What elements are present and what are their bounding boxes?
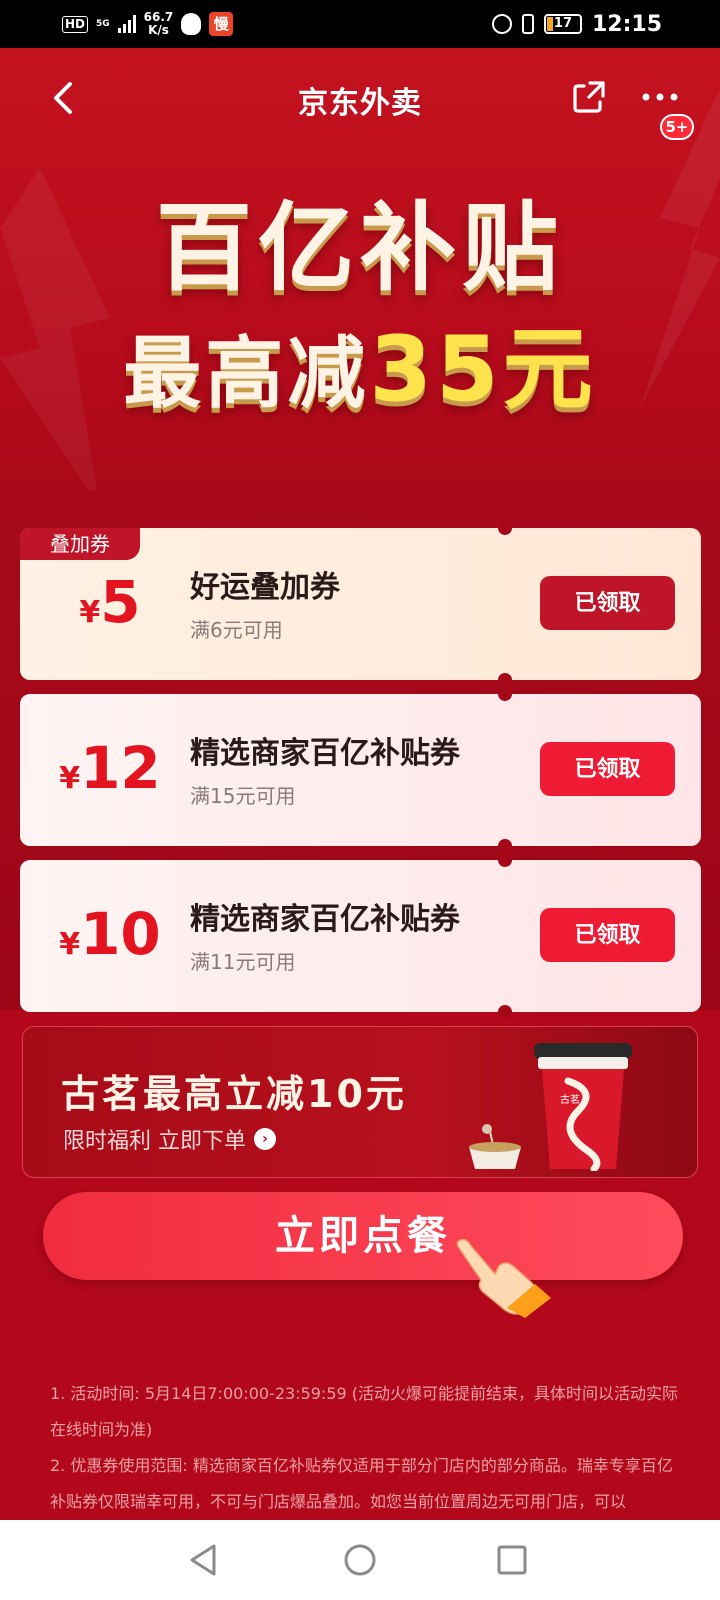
coupon-condition: 满6元可用 xyxy=(190,618,283,642)
coupon-card: ¥12 精选商家百亿补贴券 满15元可用 已领取 xyxy=(20,687,701,853)
promo-banner[interactable]: 古茗最高立减10元 限时福利 立即下单 › 古茗 xyxy=(22,1026,698,1178)
qq-icon xyxy=(181,13,202,35)
coupon-name: 精选商家百亿补贴券 xyxy=(190,736,460,771)
coupon-tag: 叠加券 xyxy=(20,528,140,560)
hd-indicator: HD xyxy=(62,15,89,33)
system-navigation-bar xyxy=(0,1520,720,1600)
coupon-claimed-button[interactable]: 已领取 xyxy=(540,742,675,796)
battery-icon: 17 xyxy=(543,14,582,34)
home-circle-icon[interactable] xyxy=(342,1542,378,1578)
more-options-icon[interactable] xyxy=(640,78,680,116)
tea-cup-icon xyxy=(469,1124,521,1169)
network-speed: 66.7 K/s xyxy=(143,10,174,37)
pointing-hand-icon xyxy=(456,1238,551,1318)
hero-banner: 京东外卖 5+ 百亿补贴 最高减35元 xyxy=(0,48,720,508)
recents-square-icon[interactable] xyxy=(494,1542,530,1578)
coupon-claimed-button[interactable]: 已领取 xyxy=(540,908,675,962)
coupon-amount: ¥5 xyxy=(79,568,141,636)
share-icon[interactable] xyxy=(570,78,608,116)
chevron-right-icon: › xyxy=(254,1128,276,1150)
notification-badge: 5+ xyxy=(660,114,694,140)
network-type: 5G xyxy=(96,18,110,29)
promo-title: 古茗最高立减10元 xyxy=(61,1072,407,1116)
rule-line: 1. 活动时间: 5月14日7:00:00-23:59:59 (活动火爆可能提前… xyxy=(50,1384,679,1439)
alarm-icon xyxy=(491,14,512,34)
coupon-condition: 满15元可用 xyxy=(190,784,296,808)
headline-subsidy: 百亿补贴 xyxy=(156,192,564,304)
coupon-card: ¥10 精选商家百亿补贴券 满11元可用 已领取 xyxy=(20,853,701,1019)
coupon-name: 精选商家百亿补贴券 xyxy=(190,902,460,937)
coupon-amount: ¥12 xyxy=(59,734,161,802)
milk-tea-cup-icon: 古茗 xyxy=(534,1043,632,1171)
back-triangle-icon[interactable] xyxy=(186,1542,222,1578)
coupon-condition: 满11元可用 xyxy=(190,950,296,974)
coupon-card: 叠加券 ¥5 好运叠加券 满6元可用 已领取 xyxy=(20,521,701,687)
rule-line: 2. 优惠券使用范围: 精选商家百亿补贴券仅适用于部分门店内的部分商品。瑞幸专享… xyxy=(50,1456,673,1511)
clock: 12:15 xyxy=(591,11,662,37)
coupon-claimed-button[interactable]: 已领取 xyxy=(540,576,675,630)
top-nav-bar: 京东外卖 5+ xyxy=(0,48,720,148)
cup-brand-text: 古茗 xyxy=(560,1093,580,1106)
promo-subtitle: 限时福利 立即下单 › xyxy=(63,1123,276,1155)
status-bar: HD 5G 66.7 K/s 慢 17 12:15 xyxy=(0,0,720,48)
app-notification-icon: 慢 xyxy=(209,12,234,36)
signal-icon xyxy=(117,15,136,33)
headline-discount-prefix: 最高减 xyxy=(123,329,370,419)
coupon-amount: ¥10 xyxy=(59,900,161,968)
coupon-name: 好运叠加券 xyxy=(190,570,340,605)
activity-rules: 1. 活动时间: 5月14日7:00:00-23:59:59 (活动火爆可能提前… xyxy=(50,1376,680,1520)
page-title: 京东外卖 xyxy=(298,86,422,121)
headline-discount-amount: 35元 xyxy=(369,317,597,422)
headline-discount: 最高减35元 xyxy=(0,296,720,426)
vibrate-icon xyxy=(521,14,534,34)
order-now-button[interactable]: 立即点餐 xyxy=(43,1192,683,1280)
